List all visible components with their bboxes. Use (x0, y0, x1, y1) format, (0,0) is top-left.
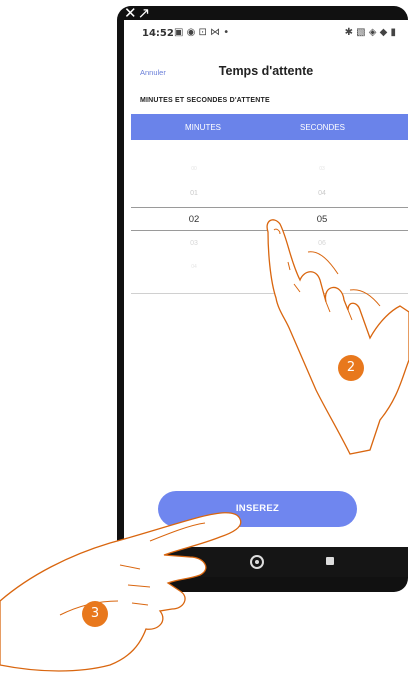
status-bar: 14:52 ▣ ◉ ⊡ ⋈ • ✱ ▧ ◈ ◆ ▮ (124, 20, 408, 48)
header: Annuler Temps d'attente (124, 60, 408, 86)
page-title: Temps d'attente (218, 64, 314, 78)
home-icon[interactable] (250, 555, 264, 569)
seconds-wheel-item[interactable]: 04 (302, 190, 342, 197)
seconds-column-header: SECONDES (300, 123, 345, 132)
minutes-selected-value[interactable]: 02 (174, 214, 214, 225)
section-label: MINUTES ET SECONDES D'ATTENTE (140, 97, 270, 104)
system-status-icons: ✱ ▧ ◈ ◆ ▮ (344, 27, 396, 38)
pointing-hand-illustration (266, 219, 409, 455)
tapping-hand-illustration (0, 512, 242, 672)
status-time: 14:52 (142, 28, 174, 39)
step-3-badge: 3 (82, 601, 108, 627)
seconds-wheel-item[interactable]: 03 (302, 166, 342, 172)
recent-apps-icon[interactable] (326, 557, 334, 565)
minutes-column-header: MINUTES (185, 123, 221, 132)
notification-icons: ▣ ◉ ⊡ ⋈ • (174, 27, 230, 38)
minutes-wheel-item[interactable]: 00 (174, 166, 214, 172)
step-2-badge: 2 (338, 355, 364, 381)
selection-line-top (131, 207, 408, 208)
minutes-wheel-item[interactable]: 04 (174, 264, 214, 270)
minutes-wheel-item[interactable]: 03 (174, 240, 214, 247)
column-header-bar: MINUTES SECONDES (131, 114, 408, 140)
minutes-wheel-item[interactable]: 01 (174, 190, 214, 197)
